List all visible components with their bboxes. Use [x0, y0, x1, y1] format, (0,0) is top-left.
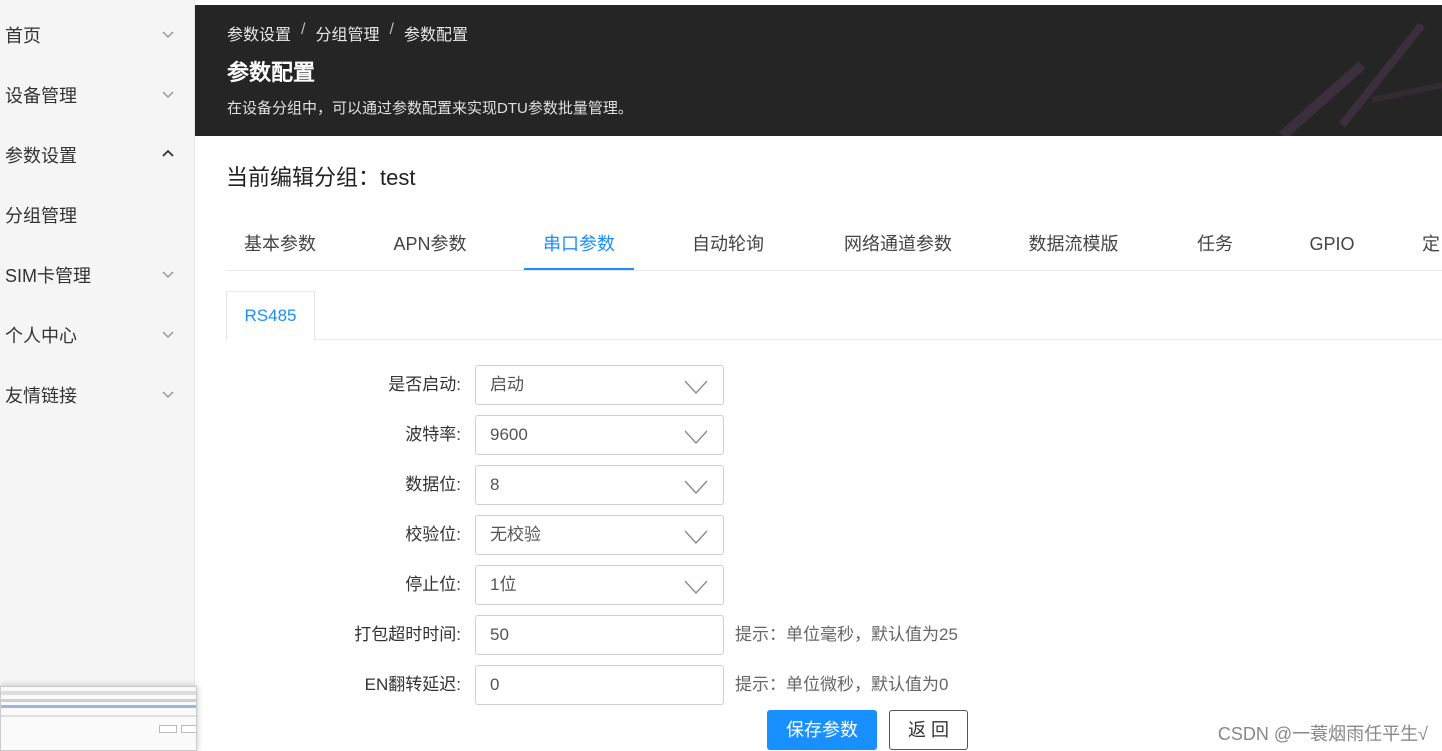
current-group-title: 当前编辑分组：test — [226, 165, 416, 190]
parameter-tabs: 基本参数 APN参数 串口参数 自动轮询 网络通道参数 数据流模版 任务 GPI… — [226, 220, 1442, 271]
tab-gpio[interactable]: GPIO — [1301, 220, 1363, 270]
page-description: 在设备分组中，可以通过参数配置来实现DTU参数批量管理。 — [227, 100, 633, 117]
chevron-down-icon — [683, 578, 709, 596]
form-row-baud-rate: 波特率: 9600 — [226, 415, 1226, 455]
sidebar-item-label: 分组管理 — [5, 206, 77, 226]
sidebar-item-device-management[interactable]: 设备管理 — [0, 65, 195, 125]
form-label: 波特率: — [405, 425, 461, 444]
sidebar-item-home[interactable]: 首页 — [0, 5, 195, 65]
header-decoration-icon — [1278, 22, 1442, 136]
watermark-text: CSDN @一蓑烟雨任平生√ — [1217, 724, 1428, 744]
select-value: 启动 — [490, 375, 524, 394]
thumbnail-bar — [1, 705, 196, 708]
window-thumbnail-preview[interactable] — [0, 686, 197, 751]
tab-truncated[interactable]: 定 — [1422, 220, 1442, 270]
thumbnail-bar — [1, 699, 196, 702]
form-label: 是否启动: — [388, 375, 461, 394]
chevron-down-icon — [161, 27, 175, 41]
tab-auto-polling[interactable]: 自动轮询 — [674, 220, 782, 270]
page-header: 参数设置 / 分组管理 / 参数配置 参数配置 在设备分组中，可以通过参数配置来… — [195, 5, 1442, 136]
stop-bits-select[interactable]: 1位 — [475, 565, 724, 605]
sidebar-item-personal-center[interactable]: 个人中心 — [0, 305, 195, 365]
chevron-down-icon — [683, 428, 709, 446]
sidebar-item-label: 首页 — [5, 26, 41, 46]
tab-network-channel-params[interactable]: 网络通道参数 — [824, 220, 972, 270]
breadcrumb-separator: / — [389, 21, 394, 38]
form-row-data-bits: 数据位: 8 — [226, 465, 1226, 505]
thumbnail-bar — [1, 715, 196, 717]
parity-select[interactable]: 无校验 — [475, 515, 724, 555]
sidebar: 首页 设备管理 参数设置 分组管理 SIM卡管理 个人中心 友情链接 — [0, 0, 195, 751]
tab-serial-params[interactable]: 串口参数 — [524, 220, 634, 270]
sidebar-item-label: 参数设置 — [5, 146, 77, 166]
hint-text: 提示：单位微秒，默认值为0 — [735, 675, 949, 694]
chevron-down-icon — [683, 378, 709, 396]
breadcrumb-item[interactable]: 分组管理 — [315, 21, 379, 45]
serial-port-subtabs: RS485 — [226, 291, 1442, 341]
tab-apn-params[interactable]: APN参数 — [376, 220, 484, 270]
form-label: 打包超时时间: — [354, 625, 461, 644]
chevron-down-icon — [683, 528, 709, 546]
packet-timeout-input[interactable] — [475, 615, 724, 655]
select-value: 1位 — [490, 575, 517, 594]
data-bits-select[interactable]: 8 — [475, 465, 724, 505]
form-label: 校验位: — [405, 525, 461, 544]
select-value: 无校验 — [490, 525, 541, 544]
form-row-packet-timeout: 打包超时时间: 提示：单位毫秒，默认值为25 — [226, 615, 1226, 655]
chevron-up-icon — [161, 147, 175, 161]
sidebar-item-sim-management[interactable]: SIM卡管理 — [0, 245, 195, 305]
sidebar-item-label: 设备管理 — [5, 86, 77, 106]
form-row-enable: 是否启动: 启动 — [226, 365, 1226, 405]
thumbnail-bar — [1, 691, 196, 695]
select-value: 9600 — [490, 425, 528, 444]
chevron-down-icon — [161, 87, 175, 101]
sidebar-item-label: 友情链接 — [5, 386, 77, 406]
breadcrumb-item[interactable]: 参数设置 — [227, 21, 291, 45]
thumbnail-mini-button — [181, 725, 196, 733]
page-title: 参数配置 — [227, 60, 316, 85]
chevron-down-icon — [683, 478, 709, 496]
form-row-en-delay: EN翻转延迟: 提示：单位微秒，默认值为0 — [226, 665, 1226, 705]
select-value: 8 — [490, 475, 500, 494]
form-row-stop-bits: 停止位: 1位 — [226, 565, 1226, 605]
form-label: 停止位: — [405, 575, 461, 594]
sidebar-item-label: 个人中心 — [5, 326, 77, 346]
sidebar-item-friendly-links[interactable]: 友情链接 — [0, 365, 195, 425]
chevron-down-icon — [161, 327, 175, 341]
breadcrumb-separator: / — [301, 21, 306, 38]
sidebar-item-group-management[interactable]: 分组管理 — [0, 185, 195, 245]
form-label: 数据位: — [405, 475, 461, 494]
tab-basic-params[interactable]: 基本参数 — [226, 220, 334, 270]
sidebar-item-label: SIM卡管理 — [5, 266, 92, 286]
breadcrumb: 参数设置 / 分组管理 / 参数配置 — [227, 21, 468, 45]
hint-text: 提示：单位毫秒，默认值为25 — [735, 625, 958, 644]
tab-data-stream-template[interactable]: 数据流模版 — [1016, 220, 1131, 270]
sidebar-item-parameter-settings[interactable]: 参数设置 — [0, 125, 195, 185]
form-label: EN翻转延迟: — [364, 675, 461, 694]
chevron-down-icon — [161, 387, 175, 401]
en-delay-input[interactable] — [475, 665, 724, 705]
tab-tasks[interactable]: 任务 — [1184, 220, 1246, 270]
back-button[interactable]: 返 回 — [889, 710, 968, 750]
enable-select[interactable]: 启动 — [475, 365, 724, 405]
thumbnail-mini-button — [159, 725, 177, 733]
baud-rate-select[interactable]: 9600 — [475, 415, 724, 455]
save-params-button[interactable]: 保存参数 — [767, 710, 877, 750]
chevron-down-icon — [161, 267, 175, 281]
subtab-rs485[interactable]: RS485 — [226, 291, 315, 341]
form-row-parity: 校验位: 无校验 — [226, 515, 1226, 555]
breadcrumb-item-current: 参数配置 — [403, 27, 468, 44]
